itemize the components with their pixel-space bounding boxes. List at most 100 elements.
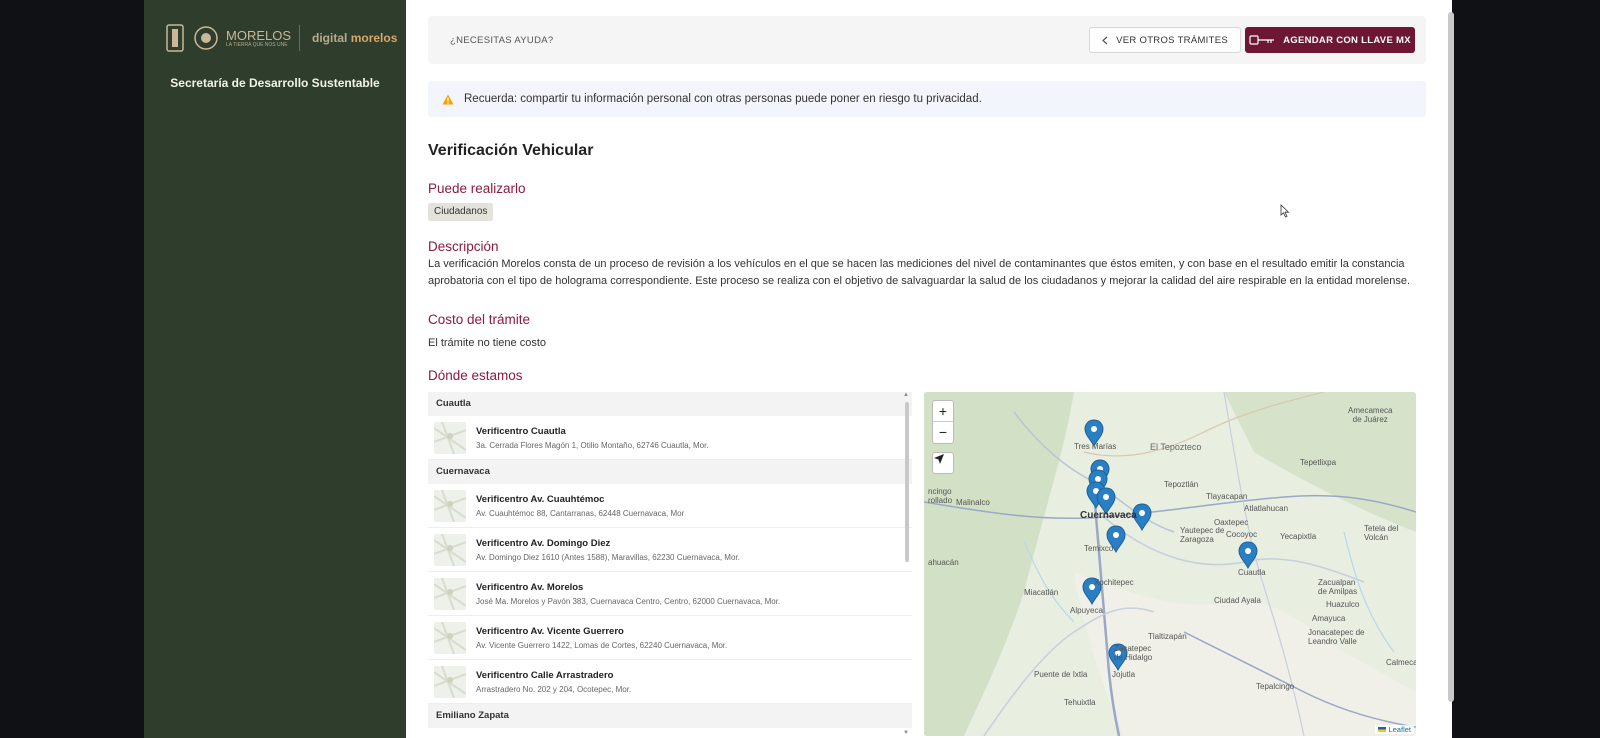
map-label: Temixco — [1084, 544, 1114, 553]
digital-morelos-logo: digital morelos — [312, 31, 397, 45]
map-thumbnail-icon — [434, 665, 466, 698]
map-label: ahuacán — [928, 558, 959, 567]
help-link[interactable]: ¿NECESITAS AYUDA? — [450, 35, 553, 46]
location-address: 3a. Cerrada Flores Magón 1, Otilio Monta… — [476, 440, 709, 450]
map-zoom-control: + − — [932, 400, 954, 444]
page-scrollbar[interactable] — [1447, 8, 1455, 708]
map-label: Ciudad Ayala — [1214, 596, 1261, 605]
map-label: Alpuyeca — [1070, 606, 1103, 615]
logo-divider — [299, 25, 301, 51]
where-heading: Dónde estamos — [428, 368, 523, 383]
group-header-cuernavaca: Cuernavaca — [428, 460, 912, 484]
map-label: Calmeca — [1386, 658, 1416, 667]
description-heading: Descripción — [428, 239, 499, 254]
cost-text: El trámite no tiene costo — [428, 337, 547, 349]
mouse-cursor-icon — [1280, 204, 1290, 218]
location-address: Av. Cuauhtémoc 88, Cantarranas, 62448 Cu… — [476, 508, 685, 518]
other-procedures-label: VER OTROS TRÁMITES — [1116, 34, 1228, 46]
main-content: ¿NECESITAS AYUDA? VER OTROS TRÁMITES AGE… — [406, 0, 1452, 738]
list-scrollbar-thumb[interactable] — [905, 402, 909, 562]
schedule-llave-button[interactable]: AGENDAR CON LLAVE MX — [1245, 27, 1415, 53]
location-name: Verificentro Av. Cuauhtémoc — [476, 493, 605, 505]
map-label: Atlatlahucan — [1244, 504, 1289, 513]
map-thumbnail-icon — [434, 489, 466, 522]
map-label: Malinalco — [956, 498, 990, 507]
location-name: Verificentro Av. Vicente Guerrero — [476, 625, 624, 637]
secretaria-name: Secretaría de Desarrollo Sustentable — [170, 76, 380, 90]
location-item[interactable]: Verificentro Av. Morelos José Ma. Morelos… — [428, 572, 912, 616]
map-label: Tlayacapan — [1206, 492, 1248, 501]
map-label: El Tepozteco — [1150, 442, 1202, 452]
location-name: Verificentro Calle Arrastradero — [476, 669, 614, 681]
map-label: Puente de Ixtla — [1034, 670, 1088, 679]
other-procedures-button[interactable]: VER OTROS TRÁMITES — [1089, 27, 1241, 53]
chevron-left-icon — [1102, 36, 1108, 44]
location-item[interactable]: Verificentro Av. Cuauhtémoc Av. Cuauhtémo… — [428, 484, 912, 528]
location-item[interactable]: Verificentro Calle Arrastradero Arrastrad… — [428, 660, 912, 704]
map-label: Cuernavaca — [1080, 510, 1137, 521]
description-text: La verificación Morelos consta de un pro… — [428, 258, 1411, 287]
map-label: Yecapixtla — [1280, 532, 1317, 541]
map-label: Zacualpan de Amilpas — [1318, 578, 1358, 596]
alert-text: Recuerda: compartir tu información perso… — [464, 93, 982, 105]
map-label: Yautepec de Zaragoza — [1180, 526, 1225, 544]
digital-brand: morelos — [350, 31, 398, 45]
location-name: Verificentro Av. Domingo Diez — [476, 537, 611, 549]
map-label: Tepetlixpa — [1300, 458, 1337, 467]
page-title: Verificación Vehicular — [428, 142, 594, 159]
navigation-arrow-icon — [934, 454, 944, 464]
app-frame: MORELOS LA TIERRA QUE NOS UNE digital mo… — [144, 0, 1456, 738]
shield-icon — [166, 24, 184, 52]
locations-map[interactable]: Tres Marías El Tepozteco Amecameca de Ju… — [924, 392, 1416, 736]
attribution-link[interactable]: Leaflet — [1388, 725, 1411, 734]
top-bar: ¿NECESITAS AYUDA? VER OTROS TRÁMITES AGE… — [428, 16, 1426, 64]
page-scrollbar-thumb[interactable] — [1448, 12, 1454, 702]
llave-mx-icon — [1249, 35, 1275, 45]
map-label: Cuautla — [1238, 568, 1266, 577]
map-thumbnail-icon — [434, 421, 466, 454]
map-label: Tetela del Volcán — [1364, 524, 1399, 542]
map-attribution[interactable]: Leaflet — [1375, 725, 1414, 734]
logo-wordmark: MORELOS LA TIERRA QUE NOS UNE — [226, 29, 291, 48]
map-label: Xochitepec — [1094, 578, 1134, 587]
map-label: Zacatepec de Hidalgo — [1114, 644, 1153, 662]
group-header-emiliano-zapata: Emiliano Zapata — [428, 704, 912, 728]
location-address: Av. Vicente Guerrero 1422, Lomas de Cort… — [476, 640, 728, 650]
digital-prefix: digital — [312, 31, 348, 45]
map-label: Jonacatepec de Leandro Valle — [1308, 628, 1365, 646]
map-thumbnail-icon — [434, 621, 466, 654]
location-item[interactable]: Verificentro Av. Vicente Guerrero Av. Vic… — [428, 616, 912, 660]
map-label: Jojutla — [1112, 670, 1136, 679]
location-item[interactable]: Verificentro Cuautla 3a. Cerrada Flores M… — [428, 416, 912, 460]
map-label: Amecameca de Juárez — [1348, 406, 1393, 424]
map-label: Tehuixtla — [1064, 698, 1096, 707]
list-scrollbar[interactable]: ▲ ▼ — [903, 392, 911, 736]
location-name: Verificentro Cuautla — [476, 425, 566, 437]
cost-heading: Costo del trámite — [428, 312, 531, 327]
map-label: Tlaltizapán — [1148, 632, 1187, 641]
map-thumbnail-icon — [434, 533, 466, 566]
map-label: Tres Marías — [1074, 442, 1117, 451]
who-heading: Puede realizarlo — [428, 181, 526, 196]
scroll-up-arrow-icon[interactable]: ▲ — [903, 392, 909, 398]
logo-subtext: LA TIERRA QUE NOS UNE — [226, 41, 288, 48]
location-address: Av. Domingo Diez 1610 (Antes 1588), Mara… — [476, 552, 740, 562]
location-name: Verificentro Av. Morelos — [476, 581, 584, 593]
zoom-in-button[interactable]: + — [933, 401, 953, 422]
location-address: Arrastradero No. 202 y 204, Ocotepec, Mo… — [476, 684, 632, 694]
map-thumbnail-icon — [434, 577, 466, 610]
map-label: Huazulco — [1326, 600, 1360, 609]
map-label: Cocoyoc — [1226, 530, 1258, 539]
map-label: ncingo rollado — [928, 487, 953, 505]
privacy-alert: Recuerda: compartir tu información perso… — [428, 81, 1426, 117]
zoom-out-button[interactable]: − — [933, 422, 953, 443]
government-logo[interactable]: MORELOS LA TIERRA QUE NOS UNE digital mo… — [164, 20, 406, 56]
location-item[interactable]: Verificentro Av. Domingo Diez Av. Domingo… — [428, 528, 912, 572]
warning-icon — [442, 94, 454, 104]
flag-icon — [1378, 727, 1387, 732]
locations-list[interactable]: Cuautla Verificentro Cuautla 3a. Cerrada … — [428, 392, 912, 736]
group-header-cuautla: Cuautla — [428, 392, 912, 416]
map-label: Tepalcingo — [1256, 682, 1295, 691]
scroll-down-arrow-icon[interactable]: ▼ — [903, 730, 909, 736]
locate-me-button[interactable] — [932, 452, 954, 474]
